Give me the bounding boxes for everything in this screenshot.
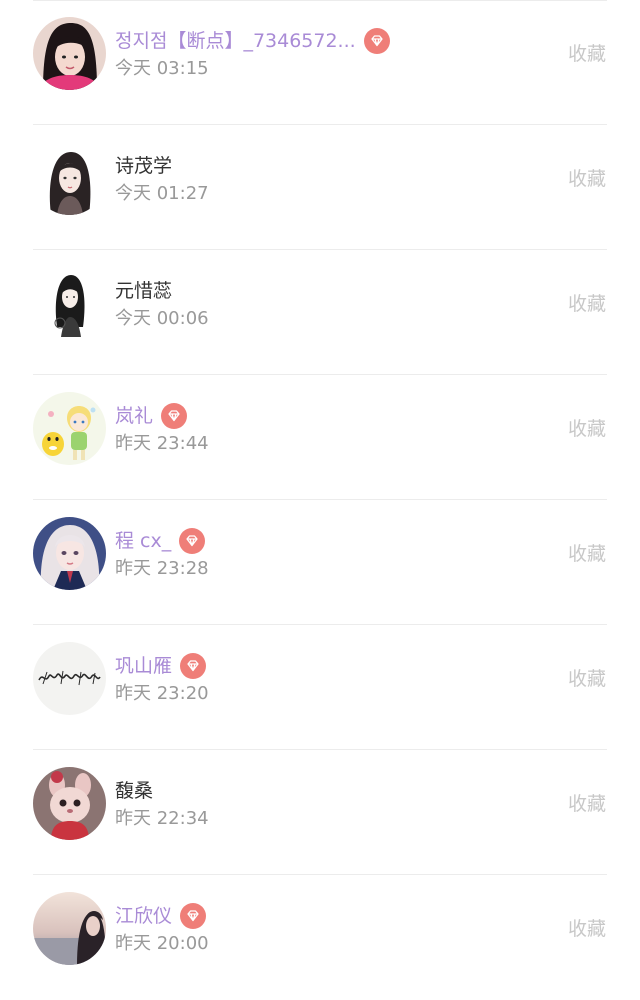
- user-avatar-icon[interactable]: [33, 142, 106, 215]
- favorite-button[interactable]: 收藏: [568, 916, 606, 942]
- list-item[interactable]: 정지점【断点】_7346572... 今天 03:15 收藏: [0, 0, 640, 125]
- vip-diamond-icon: [179, 528, 206, 554]
- favorite-button[interactable]: 收藏: [568, 41, 606, 67]
- vip-diamond-icon: [363, 28, 390, 54]
- visit-time: 昨天 23:44: [115, 433, 209, 454]
- user-name[interactable]: 诗茂学: [115, 153, 172, 179]
- user-avatar-icon[interactable]: [33, 267, 106, 340]
- favorite-button[interactable]: 收藏: [568, 291, 606, 317]
- list-item[interactable]: 岚礼 昨天 23:44 收藏: [0, 375, 640, 500]
- list-item[interactable]: 馥桑 昨天 22:34 收藏: [0, 750, 640, 875]
- user-avatar-icon[interactable]: [33, 17, 106, 90]
- user-avatar-icon[interactable]: [33, 392, 106, 465]
- visit-time: 今天 03:15: [115, 58, 209, 79]
- visit-time: 昨天 20:00: [115, 933, 209, 954]
- user-name[interactable]: 馥桑: [115, 778, 153, 804]
- user-avatar-icon[interactable]: [33, 767, 106, 840]
- list-item[interactable]: 程 cx_ 昨天 23:28 收藏: [0, 500, 640, 625]
- favorite-button[interactable]: 收藏: [568, 791, 606, 817]
- visitor-list: 정지점【断点】_7346572... 今天 03:15 收藏 诗茂学 今天 01…: [0, 0, 640, 1000]
- visit-time: 今天 00:06: [115, 308, 209, 329]
- favorite-button[interactable]: 收藏: [568, 166, 606, 192]
- vip-diamond-icon: [180, 903, 207, 929]
- visit-time: 今天 01:27: [115, 183, 209, 204]
- user-name[interactable]: 岚礼: [115, 403, 153, 429]
- user-avatar-icon[interactable]: [33, 892, 106, 965]
- visit-time: 昨天 23:28: [115, 558, 209, 579]
- list-item[interactable]: 元惜蕊 今天 00:06 收藏: [0, 250, 640, 375]
- favorite-button[interactable]: 收藏: [568, 416, 606, 442]
- user-avatar-icon[interactable]: [33, 517, 106, 590]
- visit-time: 昨天 22:34: [115, 808, 209, 829]
- favorite-button[interactable]: 收藏: [568, 541, 606, 567]
- vip-diamond-icon: [161, 403, 188, 429]
- divider: [33, 0, 607, 1]
- user-name[interactable]: 정지점【断点】_7346572...: [115, 28, 356, 54]
- user-name[interactable]: 元惜蕊: [115, 278, 172, 304]
- user-name[interactable]: 巩山雁: [115, 653, 172, 679]
- favorite-button[interactable]: 收藏: [568, 666, 606, 692]
- user-name[interactable]: 江欣仪: [115, 903, 172, 929]
- list-item[interactable]: 巩山雁 昨天 23:20 收藏: [0, 625, 640, 750]
- user-avatar-icon[interactable]: [33, 642, 106, 715]
- user-name[interactable]: 程 cx_: [115, 528, 171, 554]
- vip-diamond-icon: [180, 653, 207, 679]
- visit-time: 昨天 23:20: [115, 683, 209, 704]
- list-item[interactable]: 江欣仪 昨天 20:00 收藏: [0, 875, 640, 1000]
- list-item[interactable]: 诗茂学 今天 01:27 收藏: [0, 125, 640, 250]
